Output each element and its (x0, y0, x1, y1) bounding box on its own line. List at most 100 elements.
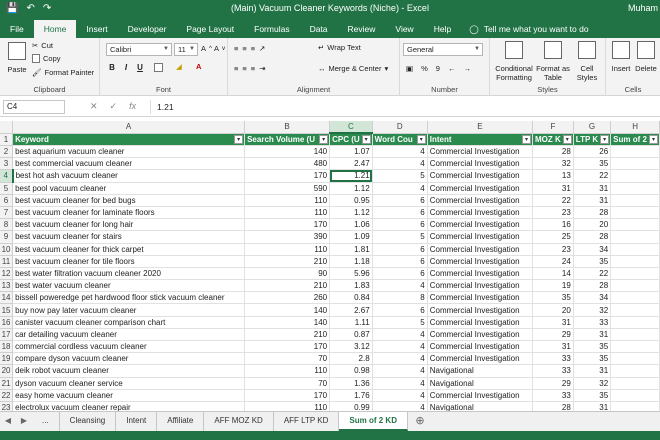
cell[interactable]: 140 (244, 316, 331, 329)
cell[interactable]: 110 (244, 401, 331, 411)
cell[interactable]: 14 (532, 267, 574, 281)
align-middle-icon[interactable]: ≡ (242, 44, 246, 53)
cell[interactable]: best aquarium vacuum cleaner (12, 145, 246, 159)
cell[interactable]: 210 (244, 328, 331, 342)
cell[interactable]: 590 (244, 182, 331, 195)
cell[interactable]: 35 (573, 340, 612, 354)
cell[interactable]: 22 (573, 169, 612, 183)
cell[interactable]: 34 (573, 291, 612, 305)
row-header[interactable]: 22 (0, 389, 14, 402)
cell[interactable]: 0.84 (329, 291, 373, 305)
column-header[interactable]: B (244, 121, 331, 134)
cell[interactable]: 4 (372, 352, 428, 366)
cell[interactable] (610, 145, 660, 159)
cell[interactable]: compare dyson vacuum cleaner (12, 352, 246, 366)
cell[interactable]: 2.67 (329, 303, 373, 317)
cell[interactable]: 4 (372, 364, 428, 378)
cell[interactable]: 33 (573, 316, 612, 329)
column-header[interactable]: E (427, 121, 534, 134)
cell[interactable]: dyson vacuum cleaner service (12, 377, 246, 390)
cell[interactable]: 210 (244, 279, 331, 293)
cell[interactable]: 0.95 (329, 194, 373, 207)
row-header[interactable]: 8 (0, 218, 14, 232)
row-header[interactable]: 14 (0, 291, 14, 305)
name-box[interactable]: C4 (3, 100, 65, 114)
cell[interactable]: 32 (532, 157, 574, 171)
align-center-icon[interactable]: ≡ (242, 64, 246, 73)
cut-button[interactable]: ✂ Cut (32, 41, 53, 50)
cell[interactable]: best vacuum cleaner for laminate floors (12, 206, 246, 220)
cell[interactable] (610, 352, 660, 366)
filter-dropdown-icon[interactable]: ▾ (416, 134, 426, 144)
cell[interactable]: best pool vacuum cleaner (12, 182, 246, 195)
cell-styles-button[interactable]: Cell Styles (572, 41, 602, 82)
column-heading-cell[interactable]: Intent ▾ (427, 133, 534, 146)
cell[interactable]: Commercial Investigation (427, 145, 534, 159)
column-heading-cell[interactable]: MOZ K ▾ (532, 133, 574, 146)
tell-me-search[interactable]: ◯ Tell me what you want to do (461, 20, 588, 38)
cell[interactable]: Commercial Investigation (427, 340, 534, 354)
cell[interactable]: 31 (573, 401, 612, 411)
row-header[interactable]: 20 (0, 364, 14, 378)
column-header[interactable]: H (610, 121, 660, 134)
tab-home[interactable]: Home (33, 20, 77, 38)
row-header[interactable]: 16 (0, 316, 14, 329)
cell[interactable]: 23 (532, 243, 574, 256)
cell[interactable]: 6 (372, 206, 428, 220)
cell[interactable]: 0.98 (329, 364, 373, 378)
cell[interactable]: Commercial Investigation (427, 157, 534, 171)
cell[interactable]: 1.36 (329, 377, 373, 390)
filter-dropdown-icon[interactable]: ▾ (361, 135, 371, 144)
cell[interactable]: 6 (372, 194, 428, 207)
cell[interactable]: 8 (372, 291, 428, 305)
copy-button[interactable]: Copy (32, 54, 61, 63)
cell[interactable]: 1.06 (329, 218, 373, 232)
cell[interactable]: Commercial Investigation (427, 182, 534, 195)
cell[interactable]: best water filtration vacuum cleaner 202… (12, 267, 246, 281)
vertical-align-buttons[interactable]: ≡ ≡ ≡ ↗ (234, 44, 265, 53)
sheet-tab-cleansing[interactable]: Cleansing (60, 412, 117, 431)
cell[interactable] (610, 194, 660, 207)
cell[interactable]: 70 (244, 377, 331, 390)
cell[interactable]: 31 (573, 364, 612, 378)
column-header[interactable]: G (573, 121, 612, 134)
cell[interactable]: 4 (372, 157, 428, 171)
cell[interactable]: 32 (573, 377, 612, 390)
cell[interactable]: 2.47 (329, 157, 373, 171)
cell[interactable]: commercial cordless vacuum cleaner (12, 340, 246, 354)
cell[interactable]: deik robot vacuum cleaner (12, 364, 246, 378)
cell[interactable]: 90 (244, 267, 331, 281)
cell[interactable]: 5 (372, 316, 428, 329)
cell[interactable]: 6 (372, 303, 428, 317)
row-header[interactable]: 23 (0, 401, 14, 411)
cell[interactable] (610, 157, 660, 171)
cell[interactable]: Commercial Investigation (427, 267, 534, 281)
cell[interactable]: Navigational (427, 364, 534, 378)
cell[interactable]: best vacuum cleaner for tile floors (12, 255, 246, 268)
cell[interactable]: Commercial Investigation (427, 352, 534, 366)
font-color-button[interactable]: A (196, 62, 201, 71)
cell[interactable]: Commercial Investigation (427, 291, 534, 305)
cell[interactable]: 140 (244, 145, 331, 159)
cell[interactable]: Commercial Investigation (427, 218, 534, 232)
cell[interactable] (610, 267, 660, 281)
cell[interactable]: 110 (244, 206, 331, 220)
cell[interactable]: 19 (532, 279, 574, 293)
format-painter-button[interactable]: 🖌 Format Painter (32, 68, 94, 77)
cell[interactable]: 29 (532, 328, 574, 342)
cell[interactable]: 31 (532, 182, 574, 195)
cell[interactable]: 32 (573, 303, 612, 317)
cell[interactable]: Commercial Investigation (427, 255, 534, 268)
percent-button[interactable]: % (421, 64, 428, 73)
tab-developer[interactable]: Developer (118, 20, 177, 38)
row-header[interactable]: 2 (0, 145, 14, 159)
row-header[interactable]: 17 (0, 328, 14, 342)
align-right-icon[interactable]: ≡ (251, 64, 255, 73)
number-format-dropdown[interactable]: General ▼ (403, 43, 483, 56)
row-header[interactable]: 13 (0, 279, 14, 293)
add-sheet-icon[interactable]: ⊕ (408, 412, 432, 431)
cell[interactable]: 4 (372, 145, 428, 159)
cell[interactable]: 480 (244, 157, 331, 171)
cell[interactable]: 1.81 (329, 243, 373, 256)
tab-formulas[interactable]: Formulas (244, 20, 299, 38)
